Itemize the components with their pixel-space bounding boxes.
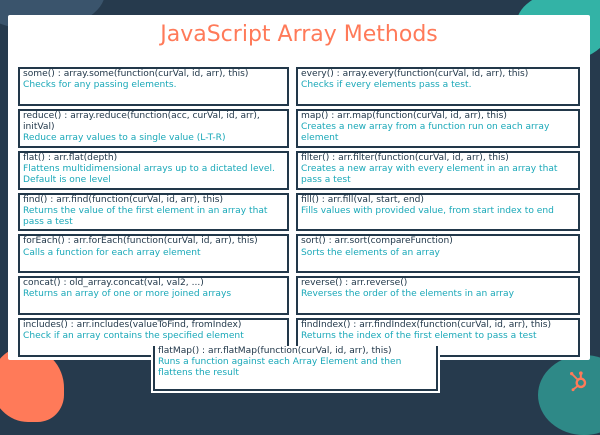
- method-signature: map() : arr.map(function(curVal, id, arr…: [301, 110, 507, 121]
- method-description: Calls a function for each array element: [23, 247, 201, 258]
- method-cell-map: map() : arr.map(function(curVal, id, arr…: [296, 108, 580, 148]
- method-signature: sort() : arr.sort(compareFunction): [301, 236, 453, 247]
- method-description: Returns an array of one or more joined a…: [23, 289, 232, 300]
- page-title: JavaScript Array Methods: [160, 22, 438, 47]
- method-signature: fill() : arr.fill(val, start, end): [301, 194, 424, 205]
- method-signature: reverse() : arr.reverse(): [301, 278, 408, 289]
- method-signature: flatMap() : arr.flatMap(function(curVal,…: [158, 346, 392, 356]
- method-signature: flat() : arr.flat(depth): [23, 152, 118, 163]
- method-description: Check if an array contains the specified…: [23, 331, 244, 342]
- method-cell-some: some() : array.some(function(curVal, id,…: [18, 67, 289, 106]
- method-cell-every: every() : array.every(function(curVal, i…: [296, 67, 580, 106]
- method-description: Fills values with provided value, from s…: [301, 205, 554, 216]
- decorative-blob: [538, 355, 600, 435]
- method-description: Flattens multidimensional arrays up to a…: [23, 163, 275, 186]
- method-cell-reverse: reverse() : arr.reverse() Reverses the or…: [296, 276, 580, 316]
- method-signature: reduce() : array.reduce(function(acc, cu…: [23, 110, 260, 133]
- method-cell-filter: filter() : arr.filter(function(curVal, i…: [296, 150, 580, 190]
- method-description: Reverses the order of the elements in an…: [301, 289, 514, 300]
- method-cell-reduce: reduce() : array.reduce(function(acc, cu…: [18, 108, 289, 148]
- method-signature: includes() : arr.includes(valueToFind, f…: [23, 320, 242, 331]
- methods-card: JavaScript Array Methods some() : array.…: [8, 15, 590, 360]
- methods-grid: some() : array.some(function(curVal, id,…: [18, 67, 580, 357]
- method-cell-fill: fill() : arr.fill(val, start, end) Fills …: [296, 192, 580, 232]
- method-cell-flat: flat() : arr.flat(depth) Flattens multidi…: [18, 150, 289, 190]
- method-cell-find: find() : arr.find(function(curVal, id, a…: [18, 192, 289, 232]
- method-signature: forEach() : arr.forEach(function(curVal,…: [23, 236, 258, 247]
- method-cell-flatmap: flatMap() : arr.flatMap(function(curVal,…: [153, 346, 438, 391]
- hubspot-sprocket-icon: [570, 371, 587, 392]
- method-description: Checks for any passing elements.: [23, 80, 177, 91]
- method-cell-sort: sort() : arr.sort(compareFunction) Sorts …: [296, 234, 580, 274]
- method-signature: findIndex() : arr.findIndex(function(cur…: [301, 320, 552, 331]
- method-description: Returns the index of the first element t…: [301, 331, 537, 342]
- method-signature: concat() : old_array.concat(val, val2, .…: [23, 278, 204, 289]
- method-signature: some() : array.some(function(curVal, id,…: [23, 69, 249, 79]
- method-description: Checks if every elements pass a test.: [301, 80, 472, 91]
- method-description: Creates a new array from a function run …: [301, 122, 550, 144]
- method-signature: find() : arr.find(function(curVal, id, a…: [23, 194, 223, 205]
- method-description: Sorts the elements of an array: [301, 247, 440, 258]
- method-description: Creates a new array with every element i…: [301, 163, 558, 186]
- flatmap-panel: flatMap() : arr.flatMap(function(curVal,…: [151, 346, 440, 393]
- method-cell-foreach: forEach() : arr.forEach(function(curVal,…: [18, 234, 289, 274]
- method-cell-concat: concat() : old_array.concat(val, val2, .…: [18, 276, 289, 316]
- method-description: Reduce array values to a single value (L…: [23, 133, 226, 144]
- method-signature: every() : array.every(function(curVal, i…: [301, 69, 529, 79]
- method-description: Returns the value of the first element i…: [23, 205, 268, 227]
- method-signature: filter() : arr.filter(function(curVal, i…: [301, 152, 509, 163]
- method-description: Runs a function against each Array Eleme…: [158, 357, 402, 379]
